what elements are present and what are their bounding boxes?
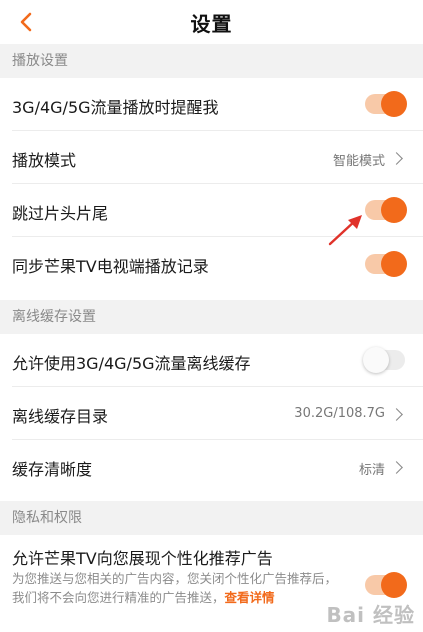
row-label: 播放模式 [12, 151, 77, 170]
chevron-right-icon [390, 152, 403, 165]
section-header-offline: 离线缓存设置 [0, 300, 423, 334]
chevron-right-icon [390, 461, 403, 474]
row-label: 3G/4G/5G流量播放时提醒我 [12, 98, 219, 117]
section-header-privacy: 隐私和权限 [0, 501, 423, 535]
toggle-knob [381, 197, 407, 223]
row-allow-mobile-cache: 允许使用3G/4G/5G流量离线缓存 [0, 334, 423, 387]
annotation-arrow-icon [328, 215, 362, 246]
settings-screen: 设置 播放设置 3G/4G/5G流量播放时提醒我 播放模式 智能模式 跳过片头片… [0, 0, 423, 632]
allow-mobile-cache-toggle[interactable] [363, 347, 405, 373]
sync-tv-toggle[interactable] [365, 251, 407, 277]
header-bar: 设置 [0, 0, 423, 44]
toggle-knob [381, 91, 407, 117]
view-details-link[interactable]: 查看详情 [225, 590, 275, 605]
section-header-playback: 播放设置 [0, 44, 423, 78]
personalized-ads-description: 为您推送与您相关的广告内容，您关闭个性化广告推荐后，我们将不会向您进行精准的广告… [12, 569, 342, 607]
toggle-knob [381, 251, 407, 277]
row-label: 允许芒果TV向您展现个性化推荐广告 [12, 549, 273, 568]
personalized-ads-toggle[interactable] [365, 572, 407, 598]
row-play-mode[interactable]: 播放模式 智能模式 [0, 131, 423, 184]
cache-quality-value: 标清 [358, 463, 385, 478]
toggle-knob [381, 572, 407, 598]
row-label: 离线缓存目录 [12, 407, 109, 426]
mobile-data-reminder-toggle[interactable] [365, 91, 407, 117]
skip-intro-toggle[interactable] [365, 197, 407, 223]
cache-directory-value: 30.2G/108.7G [294, 406, 385, 421]
page-title: 设置 [190, 12, 233, 36]
toggle-knob [363, 347, 389, 373]
row-label: 允许使用3G/4G/5G流量离线缓存 [12, 354, 251, 373]
description-text: 为您推送与您相关的广告内容，您关闭个性化广告推荐后，我们将不会向您进行精准的广告… [12, 571, 338, 605]
row-label: 缓存清晰度 [12, 460, 93, 479]
row-cache-quality[interactable]: 缓存清晰度 标清 [0, 440, 423, 493]
watermark: Bai 经验 [326, 603, 415, 627]
play-mode-value: 智能模式 [332, 154, 385, 169]
row-label: 跳过片头片尾 [12, 204, 109, 223]
row-label: 同步芒果TV电视端播放记录 [12, 257, 209, 276]
row-mobile-data-reminder: 3G/4G/5G流量播放时提醒我 [0, 78, 423, 131]
chevron-right-icon [390, 408, 403, 421]
row-cache-directory[interactable]: 离线缓存目录 30.2G/108.7G [0, 387, 423, 440]
